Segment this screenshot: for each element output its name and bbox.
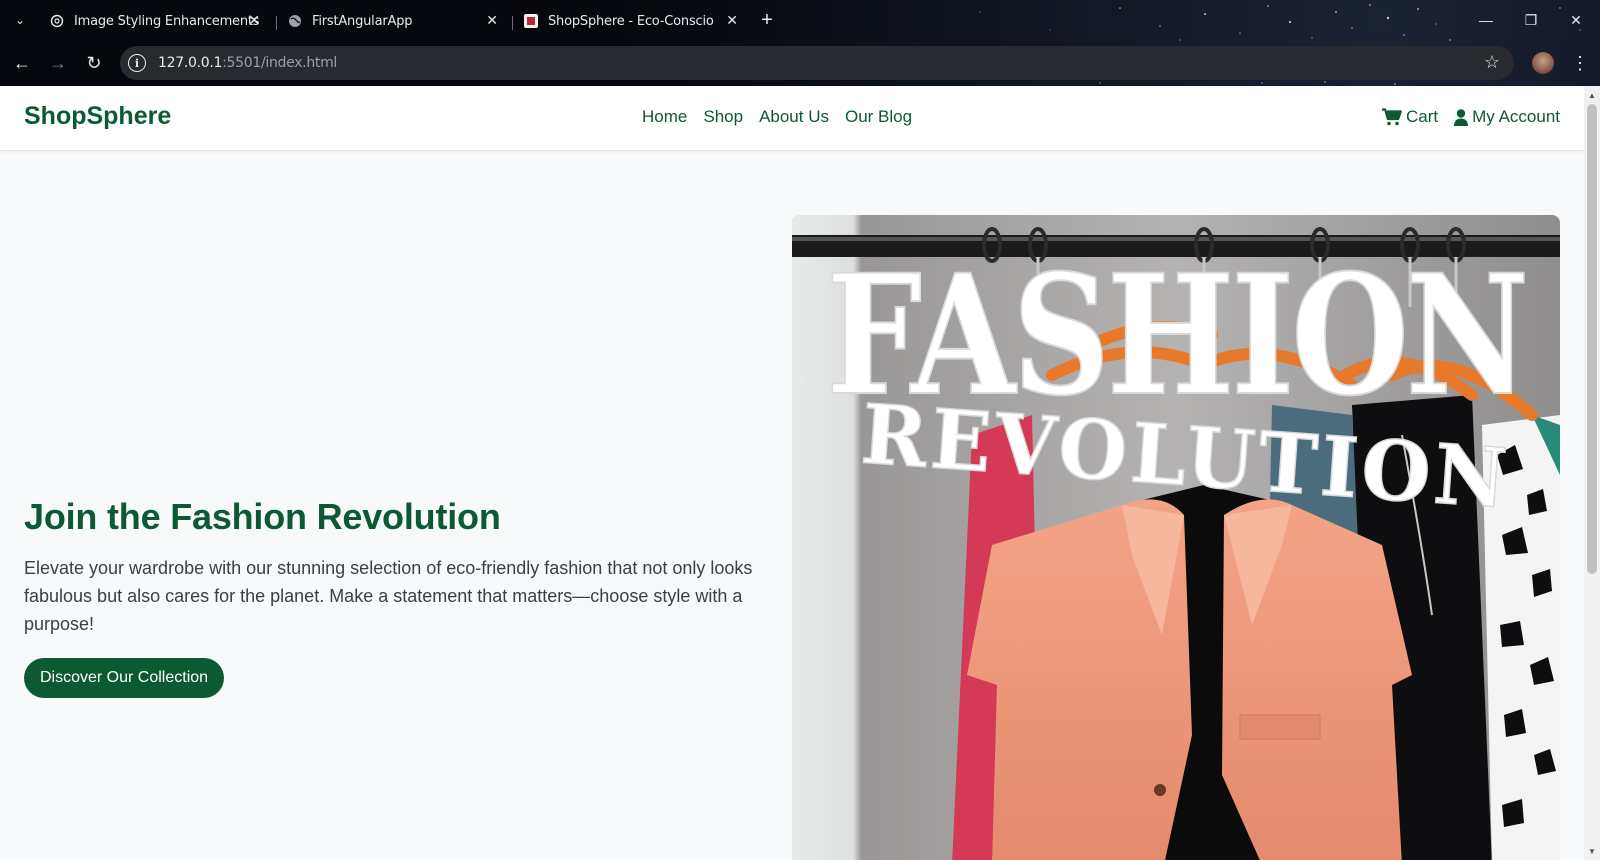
minimize-button[interactable]: — (1471, 8, 1501, 32)
close-window-button[interactable]: ✕ (1561, 8, 1591, 32)
user-icon (1454, 108, 1469, 126)
tab-title: ShopSphere - Eco-Conscious F (548, 13, 714, 29)
nav-link-home[interactable]: Home (642, 107, 687, 127)
tab-separator (276, 16, 277, 30)
shopsphere-favicon (524, 14, 538, 28)
cart-label: Cart (1406, 107, 1439, 126)
tab-image-styling[interactable]: Image Styling Enhancements ✕ (50, 6, 262, 36)
account-link[interactable]: My Account (1454, 107, 1560, 127)
tab-shopsphere[interactable]: ShopSphere - Eco-Conscious F ✕ (524, 6, 740, 36)
tab-first-angular-app[interactable]: FirstAngularApp ✕ (288, 6, 500, 36)
web-page: ShopSphere Home Shop About Us Our Blog C… (0, 86, 1584, 860)
back-button[interactable]: ← (9, 50, 35, 76)
url-text: 127.0.0.1:5501/index.html (158, 55, 338, 71)
main-nav: Home Shop About Us Our Blog (642, 107, 912, 127)
user-nav: Cart My Account (1382, 107, 1560, 127)
restore-button[interactable]: ❐ (1516, 8, 1546, 32)
reload-button[interactable]: ↻ (81, 50, 107, 76)
hero-section: Join the Fashion Revolution Elevate your… (24, 496, 794, 698)
scroll-down-arrow[interactable]: ▼ (1584, 844, 1600, 858)
browser-menu-icon[interactable]: ⋮ (1571, 50, 1589, 76)
hero-title: Join the Fashion Revolution (24, 496, 501, 537)
site-header: ShopSphere Home Shop About Us Our Blog C… (0, 86, 1584, 151)
account-label: My Account (1472, 107, 1560, 126)
discover-collection-button[interactable]: Discover Our Collection (24, 658, 225, 698)
browser-chrome: ⌄ Image Styling Enhancements ✕ FirstAngu… (0, 0, 1600, 86)
scroll-up-arrow[interactable]: ▲ (1584, 88, 1600, 102)
forward-button[interactable]: → (45, 50, 71, 76)
close-icon[interactable]: ✕ (724, 13, 740, 29)
page-scrollbar[interactable]: ▲ ▼ (1584, 86, 1600, 860)
cart-icon (1382, 108, 1402, 126)
address-bar[interactable]: i 127.0.0.1:5501/index.html ☆ (120, 46, 1514, 80)
tab-strip: ⌄ Image Styling Enhancements ✕ FirstAngu… (0, 0, 1600, 40)
browser-toolbar: ← → ↻ i 127.0.0.1:5501/index.html ☆ ⋮ (0, 44, 1600, 82)
hero-image: FASHION REVOLUTION (792, 215, 1560, 860)
globe-icon (288, 14, 302, 28)
cart-link[interactable]: Cart (1382, 107, 1438, 127)
profile-avatar[interactable] (1532, 52, 1554, 74)
scrollbar-thumb[interactable] (1587, 104, 1597, 574)
nav-link-shop[interactable]: Shop (703, 107, 743, 127)
nav-link-blog[interactable]: Our Blog (845, 107, 912, 127)
tab-separator (512, 16, 513, 30)
tab-title: FirstAngularApp (312, 13, 413, 29)
site-info-icon[interactable]: i (128, 54, 146, 72)
bookmark-star-icon[interactable]: ☆ (1484, 52, 1500, 73)
close-icon[interactable]: ✕ (246, 13, 262, 29)
hero-description: Elevate your wardrobe with our stunning … (24, 558, 753, 634)
tab-search-dropdown[interactable]: ⌄ (10, 10, 30, 30)
new-tab-button[interactable]: + (756, 9, 778, 31)
close-icon[interactable]: ✕ (484, 13, 500, 29)
brand-logo[interactable]: ShopSphere (24, 102, 171, 131)
nav-link-about[interactable]: About Us (759, 107, 829, 127)
openai-icon (50, 14, 64, 28)
tab-title: Image Styling Enhancements (74, 13, 260, 29)
fashion-revolution-illustration: FASHION REVOLUTION (792, 215, 1560, 860)
